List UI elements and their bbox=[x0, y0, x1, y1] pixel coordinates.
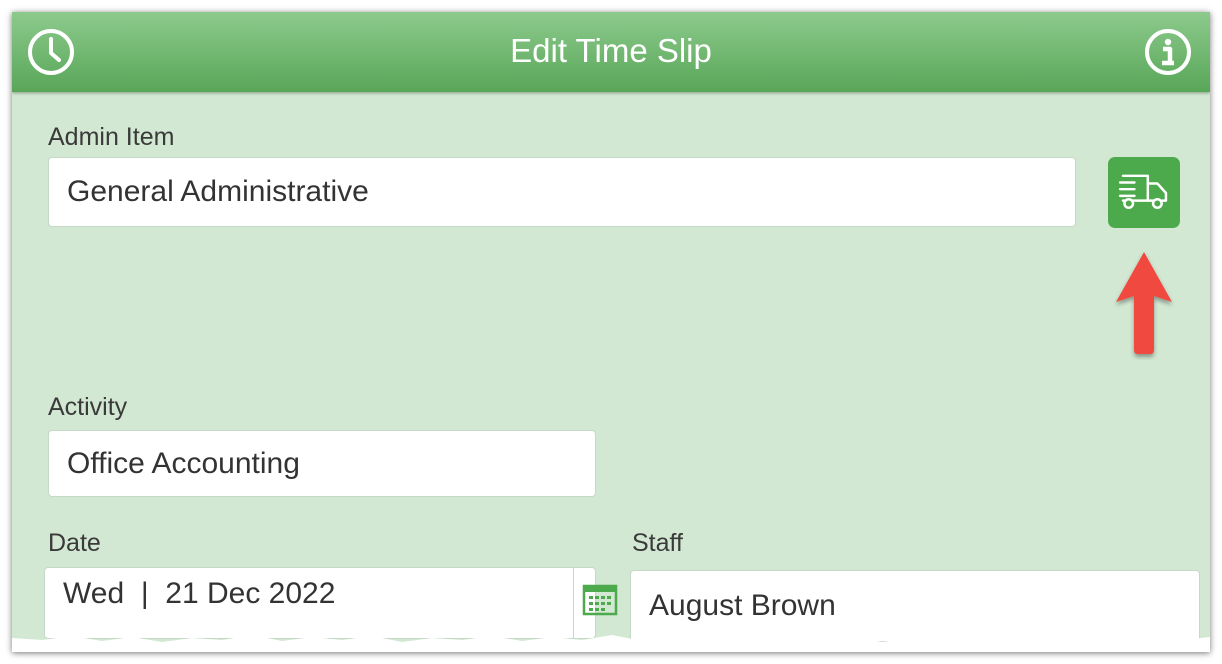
edit-time-slip-window: Edit Time Slip Admin Item General Admini… bbox=[12, 12, 1210, 652]
activity-field[interactable]: Office Accounting bbox=[48, 430, 596, 497]
title-bar: Edit Time Slip bbox=[12, 12, 1210, 92]
delivery-truck-icon bbox=[1118, 174, 1168, 209]
red-arrow-annotation bbox=[1116, 252, 1172, 354]
activity-value: Office Accounting bbox=[67, 446, 300, 480]
info-icon[interactable] bbox=[1143, 27, 1193, 77]
delivery-button[interactable] bbox=[1108, 157, 1180, 228]
activity-label: Activity bbox=[48, 393, 128, 421]
staff-value: August Brown bbox=[649, 589, 836, 622]
torn-edge bbox=[12, 635, 1210, 652]
admin-item-label: Admin Item bbox=[48, 123, 175, 151]
date-label: Date bbox=[48, 529, 101, 557]
date-value: Wed | 21 Dec 2022 bbox=[63, 577, 336, 610]
calendar-icon[interactable] bbox=[580, 580, 620, 620]
staff-label: Staff bbox=[632, 529, 683, 557]
admin-item-value: General Administrative bbox=[67, 175, 369, 208]
admin-item-field[interactable]: General Administrative bbox=[48, 157, 1076, 227]
page-title: Edit Time Slip bbox=[510, 32, 712, 69]
